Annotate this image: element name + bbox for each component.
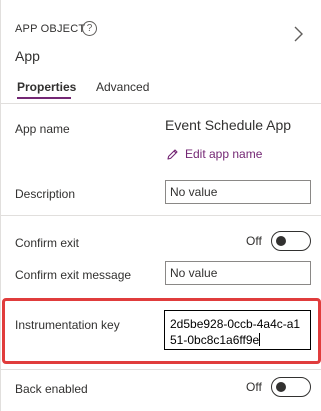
divider: [1, 103, 321, 104]
instrumentation-key-input[interactable]: 2d5be928-0ccb-4a4c-a151-0bc8c1a6ff9e: [164, 310, 311, 350]
back-enabled-toggle[interactable]: [270, 377, 311, 397]
app-name-label: App name: [15, 122, 70, 136]
edit-app-name-label: Edit app name: [185, 147, 263, 161]
confirm-exit-message-input[interactable]: [165, 261, 311, 285]
description-input[interactable]: [165, 180, 311, 204]
object-type-label: APP OBJECT: [15, 23, 86, 35]
text-caret: [259, 333, 261, 346]
tab-selected-indicator: [17, 97, 71, 99]
app-name-value: Event Schedule App: [165, 117, 292, 133]
confirm-exit-toggle[interactable]: [270, 231, 311, 251]
tab-advanced[interactable]: Advanced: [96, 80, 149, 94]
confirm-exit-state: Off: [246, 234, 262, 248]
instrumentation-key-value: 2d5be928-0ccb-4a4c-a151-0bc8c1a6ff9e: [170, 317, 301, 347]
toggle-knob: [275, 236, 286, 246]
confirm-exit-label: Confirm exit: [15, 236, 80, 250]
tab-properties[interactable]: Properties: [17, 80, 76, 94]
description-label: Description: [15, 187, 76, 201]
question-circle-icon[interactable]: ?: [82, 21, 97, 36]
pencil-icon: [167, 148, 178, 160]
chevron-right-icon[interactable]: [291, 25, 307, 43]
edit-app-name-link[interactable]: Edit app name: [166, 146, 262, 162]
back-enabled-toggle-group: Off: [246, 377, 311, 397]
confirm-exit-toggle-group: Off: [246, 231, 311, 251]
object-name: App: [15, 48, 40, 64]
confirm-exit-message-label: Confirm exit message: [15, 268, 132, 282]
back-enabled-label: Back enabled: [15, 382, 88, 396]
instrumentation-key-label: Instrumentation key: [15, 318, 120, 332]
back-enabled-state: Off: [246, 380, 262, 394]
toggle-knob: [275, 382, 286, 392]
divider: [1, 215, 321, 216]
divider: [1, 369, 321, 370]
